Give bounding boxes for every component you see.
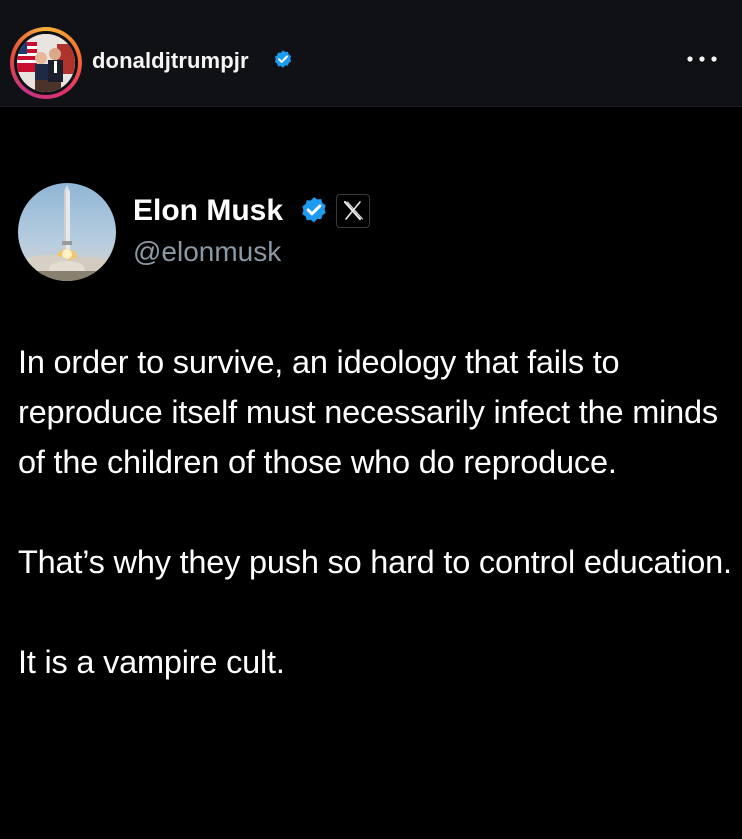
tweet-author-name[interactable]: Elon Musk (133, 194, 283, 228)
profile-avatar-image (17, 34, 75, 92)
tweet-author-avatar[interactable] (18, 183, 116, 281)
tweet-paragraph: It is a vampire cult. (18, 644, 285, 680)
verified-badge-icon (274, 50, 292, 68)
x-logo-icon (343, 200, 363, 221)
x-logo-badge (336, 194, 370, 228)
post-header: donaldjtrumpjr (0, 0, 742, 107)
story-ring-gap (14, 31, 78, 95)
verified-badge-icon (302, 197, 326, 223)
tweet-paragraph: In order to survive, an ideology that fa… (18, 344, 718, 480)
profile-story-ring[interactable] (10, 27, 82, 99)
tweet-paragraph: That’s why they push so hard to control … (18, 544, 732, 580)
tweet-body: In order to survive, an ideology that fa… (18, 337, 738, 687)
rocket-launch-avatar-image (18, 183, 116, 281)
profile-avatar[interactable] (17, 34, 75, 92)
tweet-author-handle[interactable]: @elonmusk (133, 236, 281, 268)
post-author-username[interactable]: donaldjtrumpjr (92, 48, 249, 74)
more-horizontal-icon[interactable] (686, 54, 718, 64)
